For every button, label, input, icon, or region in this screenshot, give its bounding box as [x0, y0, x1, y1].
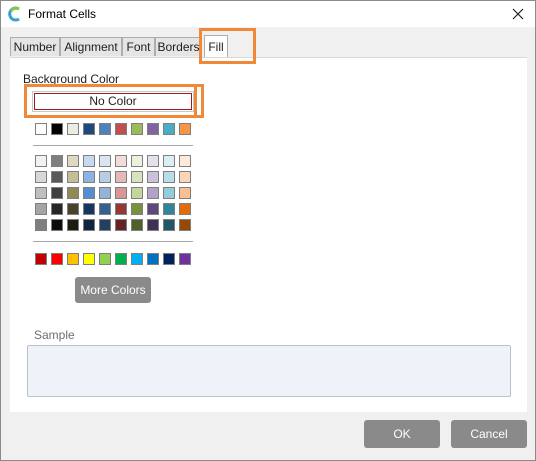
theme-color-swatch[interactable] [83, 123, 95, 135]
theme-color-swatch[interactable] [179, 123, 191, 135]
tint-color-swatch[interactable] [83, 203, 95, 215]
ok-button[interactable]: OK [364, 420, 440, 448]
sample-preview [27, 345, 511, 397]
tint-color-swatch[interactable] [115, 171, 127, 183]
theme-color-swatch[interactable] [35, 123, 47, 135]
tint-color-swatch[interactable] [67, 155, 79, 167]
tint-color-swatch[interactable] [131, 219, 143, 231]
close-button[interactable] [501, 1, 535, 27]
tint-color-swatch[interactable] [99, 187, 111, 199]
theme-color-swatch[interactable] [163, 123, 175, 135]
tint-color-swatch[interactable] [131, 155, 143, 167]
standard-color-swatch[interactable] [51, 253, 63, 265]
tint-color-swatch[interactable] [163, 187, 175, 199]
tint-color-swatch[interactable] [131, 171, 143, 183]
tint-color-swatch[interactable] [35, 171, 47, 183]
tint-color-swatch[interactable] [179, 219, 191, 231]
cancel-button[interactable]: Cancel [451, 420, 527, 448]
palette-separator [33, 145, 193, 146]
tab-number[interactable]: Number [10, 37, 60, 56]
standard-color-swatch[interactable] [67, 253, 79, 265]
tint-color-swatch[interactable] [115, 155, 127, 167]
app-logo-icon [8, 6, 20, 22]
format-cells-dialog: Format Cells Number Alignment Font Borde… [0, 0, 536, 461]
tint-color-swatch[interactable] [163, 203, 175, 215]
background-color-label: Background Color [23, 72, 120, 86]
tint-color-swatch[interactable] [163, 219, 175, 231]
standard-color-swatch[interactable] [179, 253, 191, 265]
more-colors-button[interactable]: More Colors [75, 277, 151, 303]
tint-color-swatch[interactable] [35, 155, 47, 167]
tint-color-swatch[interactable] [147, 171, 159, 183]
tint-color-swatch[interactable] [35, 187, 47, 199]
tab-borders[interactable]: Borders [155, 37, 202, 56]
tint-color-swatch[interactable] [179, 171, 191, 183]
tint-color-swatch[interactable] [99, 155, 111, 167]
window-title: Format Cells [28, 7, 97, 21]
tint-color-swatch[interactable] [179, 155, 191, 167]
theme-color-swatch[interactable] [115, 123, 127, 135]
tint-color-swatch[interactable] [147, 203, 159, 215]
tint-color-swatch[interactable] [179, 203, 191, 215]
sample-label: Sample [34, 328, 75, 342]
theme-color-swatch[interactable] [147, 123, 159, 135]
standard-color-swatch[interactable] [131, 253, 143, 265]
theme-color-swatch[interactable] [67, 123, 79, 135]
tint-color-swatch[interactable] [99, 203, 111, 215]
tint-color-swatch[interactable] [67, 219, 79, 231]
standard-color-swatch[interactable] [35, 253, 47, 265]
standard-color-swatch[interactable] [163, 253, 175, 265]
tint-color-swatch[interactable] [67, 203, 79, 215]
tint-color-swatch[interactable] [115, 203, 127, 215]
tint-color-swatch[interactable] [115, 219, 127, 231]
tint-color-swatch[interactable] [115, 187, 127, 199]
tint-color-swatch[interactable] [131, 187, 143, 199]
tab-font[interactable]: Font [122, 37, 155, 56]
title-bar: Format Cells [1, 1, 535, 27]
tab-fill[interactable]: Fill [204, 35, 228, 57]
tint-color-swatch[interactable] [99, 219, 111, 231]
theme-color-swatch[interactable] [131, 123, 143, 135]
tint-color-swatch[interactable] [163, 171, 175, 183]
theme-color-swatch[interactable] [51, 123, 63, 135]
tint-color-swatch[interactable] [179, 187, 191, 199]
tint-color-swatch[interactable] [67, 187, 79, 199]
tint-color-swatch[interactable] [147, 187, 159, 199]
tint-color-swatch[interactable] [147, 219, 159, 231]
tint-color-swatch[interactable] [51, 187, 63, 199]
standard-color-swatch[interactable] [147, 253, 159, 265]
tint-color-swatch[interactable] [51, 219, 63, 231]
tint-color-swatch[interactable] [99, 171, 111, 183]
tint-color-swatch[interactable] [83, 171, 95, 183]
tint-color-swatch[interactable] [83, 187, 95, 199]
tint-color-swatch[interactable] [67, 171, 79, 183]
tint-color-swatch[interactable] [83, 155, 95, 167]
tint-color-swatch[interactable] [51, 203, 63, 215]
tint-color-swatch[interactable] [51, 171, 63, 183]
tint-color-swatch[interactable] [35, 203, 47, 215]
tint-color-swatch[interactable] [163, 155, 175, 167]
tint-color-swatch[interactable] [131, 203, 143, 215]
standard-color-swatch[interactable] [83, 253, 95, 265]
standard-color-swatch[interactable] [99, 253, 111, 265]
palette-separator [33, 241, 193, 242]
standard-color-swatch[interactable] [115, 253, 127, 265]
tab-alignment[interactable]: Alignment [60, 37, 122, 56]
tint-color-swatch[interactable] [147, 155, 159, 167]
fill-panel: Background Color No Color More Colors Sa… [10, 57, 527, 412]
no-color-button[interactable]: No Color [32, 91, 194, 112]
tint-color-swatch[interactable] [51, 155, 63, 167]
theme-color-swatch[interactable] [99, 123, 111, 135]
tint-color-swatch[interactable] [83, 219, 95, 231]
close-icon [512, 8, 524, 20]
tint-color-swatch[interactable] [35, 219, 47, 231]
